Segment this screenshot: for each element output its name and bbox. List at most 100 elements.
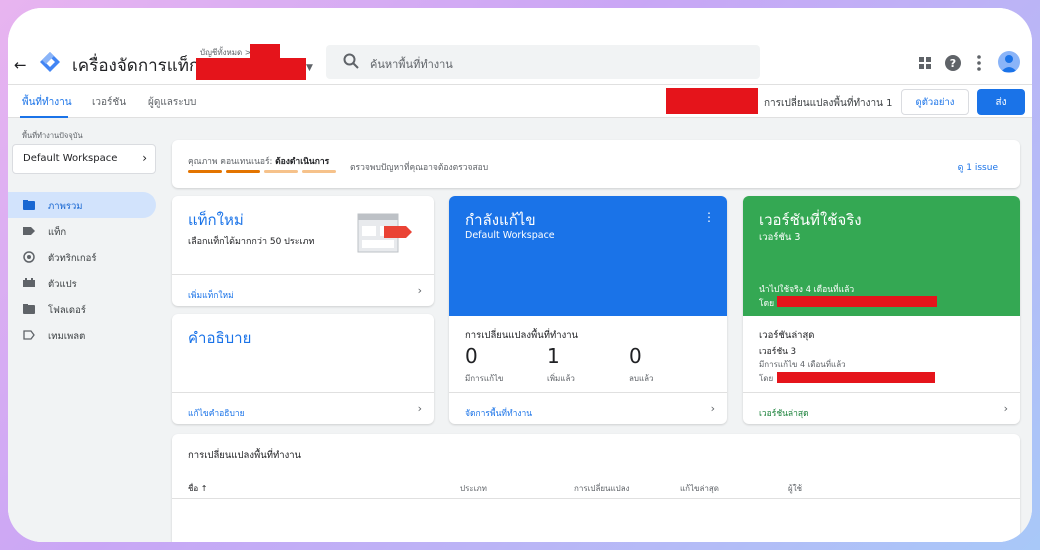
live-published-by: โดย: [759, 299, 775, 309]
latest-version-title: เวอร์ชันล่าสุด: [759, 330, 815, 341]
redacted-container-name: [196, 58, 306, 80]
search-placeholder: ค้นหาพื้นที่ทำงาน: [370, 58, 453, 71]
deleted-count: 0: [629, 344, 642, 368]
trigger-icon: [23, 251, 35, 263]
workspace-selector[interactable]: Default Workspace ›: [12, 144, 156, 174]
folder-icon: [23, 200, 35, 210]
table-title: การเปลี่ยนแปลงพื้นที่ทำงาน: [188, 450, 302, 461]
live-version-number: เวอร์ชัน 3: [759, 232, 801, 243]
live-version-title: เวอร์ชันที่ใช้จริง: [759, 211, 862, 229]
quality-prefix: คุณภาพ คอนเทนเนอร์:: [188, 157, 273, 167]
sidebar-item-tags[interactable]: แท็ก: [8, 218, 156, 244]
tag-manager-window: ← เครื่องจัดการแท็ก บัญชีทั้งหมด > ▼ ค้น…: [8, 8, 1032, 542]
tab-admin[interactable]: ผู้ดูแลระบบ: [148, 95, 196, 110]
chevron-right-icon: ›: [142, 151, 147, 165]
latest-version-link[interactable]: เวอร์ชันล่าสุด: [759, 406, 809, 420]
column-header-last-edited: แก้ไขล่าสุด: [680, 484, 719, 493]
live-version-card: เวอร์ชันที่ใช้จริง เวอร์ชัน 3 นำไปใช้จริ…: [743, 196, 1020, 424]
dropdown-caret-icon: ▼: [306, 63, 313, 73]
tab-workspace[interactable]: พื้นที่ทำงาน: [22, 95, 72, 110]
sidebar: พื้นที่ทำงานปัจจุบัน Default Workspace ›…: [8, 118, 166, 542]
sidebar-item-label: แท็ก: [48, 227, 67, 238]
tag-illustration-icon: [357, 213, 412, 253]
sidebar-item-templates[interactable]: เทมเพลต: [8, 322, 156, 348]
column-header-user: ผู้ใช้: [788, 484, 803, 493]
sidebar-item-triggers[interactable]: ตัวทริกเกอร์: [8, 244, 156, 270]
live-version-header: เวอร์ชันที่ใช้จริง เวอร์ชัน 3 นำไปใช้จริ…: [743, 196, 1020, 316]
workspace-changes-title: การเปลี่ยนแปลงพื้นที่ทำงาน: [465, 330, 579, 341]
editing-workspace: Default Workspace: [465, 230, 555, 241]
description-title: คำอธิบาย: [188, 329, 252, 347]
person-icon: [1001, 55, 1017, 72]
column-header-type: ประเภท: [460, 484, 487, 493]
workspace-changes-count: การเปลี่ยนแปลงพื้นที่ทำงาน 1: [764, 98, 893, 109]
now-editing-card: กำลังแก้ไข Default Workspace ⋮ การเปลี่ย…: [449, 196, 727, 424]
container-quality-card: คุณภาพ คอนเทนเนอร์: ต้องดำเนินการ ตรวจพบ…: [172, 140, 1020, 188]
sidebar-item-label: ตัวแปร: [48, 279, 77, 290]
added-count: 1: [547, 344, 560, 368]
latest-edited-time: มีการแก้ไข 4 เดือนที่แล้ว: [759, 360, 846, 369]
account-container-picker[interactable]: บัญชีทั้งหมด > ▼: [194, 44, 314, 82]
chevron-right-icon: ›: [710, 402, 715, 415]
sidebar-item-overview[interactable]: ภาพรวม: [8, 192, 156, 218]
quality-segment: [264, 170, 298, 173]
workspace-tabs-bar: พื้นที่ทำงาน เวอร์ชัน ผู้ดูแลระบบ การเปล…: [8, 84, 1032, 119]
chevron-right-icon: ›: [417, 402, 422, 415]
variable-icon: [23, 278, 35, 287]
new-tag-subtitle: เลือกแท็กได้มากกว่า 50 ประเภท: [188, 237, 315, 247]
folder-icon: [23, 304, 35, 314]
more-vert-icon[interactable]: ⋮: [703, 210, 715, 224]
new-tag-card[interactable]: แท็กใหม่ เลือกแท็กได้มากกว่า 50 ประเภท เ…: [172, 196, 434, 306]
modified-label: มีการแก้ไข: [465, 374, 504, 383]
user-avatar[interactable]: [998, 51, 1020, 73]
quality-status: ต้องดำเนินการ: [275, 157, 330, 167]
app-title: เครื่องจัดการแท็ก: [72, 56, 200, 76]
submit-button[interactable]: ส่ง: [977, 89, 1025, 115]
card-divider: [743, 392, 1020, 393]
view-issue-link[interactable]: ดู 1 issue: [958, 160, 998, 174]
editing-header: กำลังแก้ไข Default Workspace ⋮: [449, 196, 727, 316]
add-new-tag-link[interactable]: เพิ่มแท็กใหม่: [188, 288, 234, 302]
tag-icon: [23, 227, 35, 235]
live-published-time: นำไปใช้จริง 4 เดือนที่แล้ว: [759, 285, 855, 295]
apps-grid-icon[interactable]: [916, 54, 934, 72]
main-content: พื้นที่ทำงานปัจจุบัน Default Workspace ›…: [8, 118, 1032, 542]
quality-message: ตรวจพบปัญหาที่คุณอาจต้องตรวจสอบ: [350, 163, 489, 173]
card-divider: [172, 392, 434, 393]
edit-description-link[interactable]: แก้ไขคำอธิบาย: [188, 406, 245, 420]
added-label: เพิ่มแล้ว: [547, 374, 575, 383]
sidebar-item-label: โฟลเดอร์: [48, 305, 86, 316]
sidebar-item-folders[interactable]: โฟลเดอร์: [8, 296, 156, 322]
redacted-publisher: [777, 296, 937, 307]
redacted-editor: [777, 372, 935, 383]
chevron-right-icon: ›: [417, 284, 422, 297]
latest-edited-by: โดย: [759, 374, 774, 383]
column-header-name[interactable]: ชื่อ ↑: [188, 482, 207, 495]
quality-segment: [302, 170, 336, 173]
modified-count: 0: [465, 344, 478, 368]
preview-button[interactable]: ดูตัวอย่าง: [901, 89, 969, 115]
more-vert-icon[interactable]: [970, 54, 988, 72]
new-tag-title: แท็กใหม่: [188, 211, 244, 229]
description-card: คำอธิบาย แก้ไขคำอธิบาย ›: [172, 314, 434, 424]
current-workspace-label: พื้นที่ทำงานปัจจุบัน: [22, 131, 83, 140]
redacted-workspace-id: [666, 88, 758, 114]
workspace-changes-table: การเปลี่ยนแปลงพื้นที่ทำงาน ชื่อ ↑ ประเภท…: [172, 434, 1020, 542]
latest-version-number: เวอร์ชัน 3: [759, 347, 797, 357]
sidebar-item-label: ภาพรวม: [48, 201, 83, 212]
tab-versions[interactable]: เวอร์ชัน: [92, 95, 126, 110]
workspace-name: Default Workspace: [23, 153, 118, 164]
quality-segment: [188, 170, 222, 173]
deleted-label: ลบแล้ว: [629, 374, 654, 383]
redacted-account-name: [250, 44, 280, 58]
workspace-search-bar[interactable]: ค้นหาพื้นที่ทำงาน: [326, 45, 760, 79]
back-arrow-icon[interactable]: ←: [14, 56, 27, 74]
sidebar-item-variables[interactable]: ตัวแปร: [8, 270, 156, 296]
editing-title: กำลังแก้ไข: [465, 211, 536, 229]
card-divider: [172, 274, 434, 275]
column-header-change: การเปลี่ยนแปลง: [574, 484, 630, 493]
table-header-divider: [172, 498, 1020, 499]
manage-workspaces-link[interactable]: จัดการพื้นที่ทำงาน: [465, 406, 532, 420]
top-app-bar: ← เครื่องจัดการแท็ก บัญชีทั้งหมด > ▼ ค้น…: [8, 8, 1032, 84]
help-icon[interactable]: ?: [944, 54, 962, 72]
